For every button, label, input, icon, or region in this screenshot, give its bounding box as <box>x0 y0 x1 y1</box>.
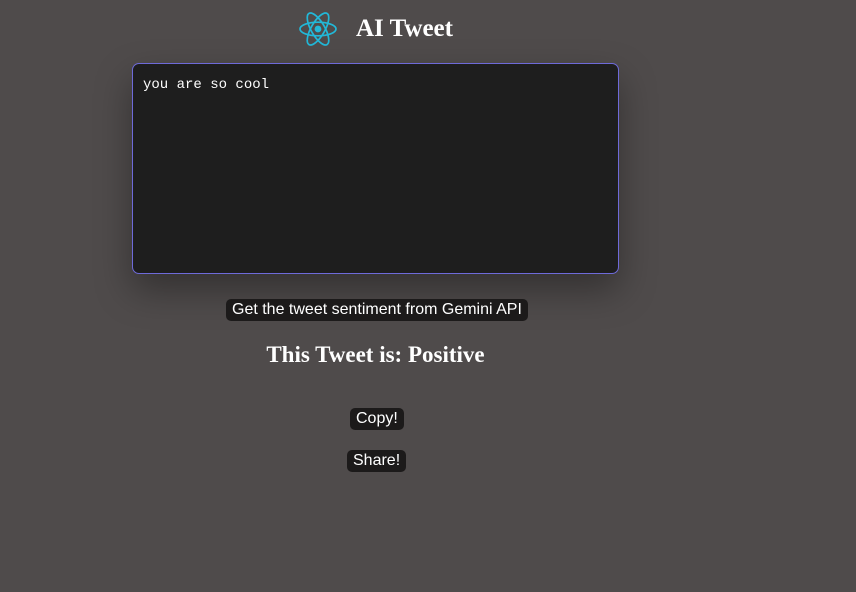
app-title: AI Tweet <box>356 15 453 42</box>
react-atom-icon <box>299 12 337 46</box>
share-button[interactable]: Share! <box>347 450 407 472</box>
get-sentiment-button[interactable]: Get the tweet sentiment from Gemini API <box>226 299 528 321</box>
app-header: AI Tweet <box>298 10 453 48</box>
sentiment-result: This Tweet is: Positive <box>0 341 751 368</box>
result-prefix: This Tweet is: <box>266 342 408 367</box>
sentiment-value: Positive <box>407 342 485 367</box>
tweet-input[interactable]: you are so cool <box>132 63 619 274</box>
copy-button[interactable]: Copy! <box>350 408 404 430</box>
